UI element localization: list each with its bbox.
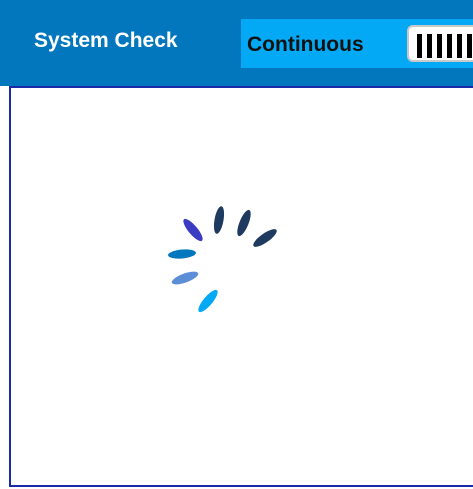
spinner-petal: [171, 271, 199, 285]
bars-icon: [447, 34, 452, 58]
mode-toggle[interactable]: Continuous: [241, 19, 473, 68]
bars-icon: [457, 34, 462, 58]
spinner-petal: [183, 218, 203, 242]
page-title: System Check: [34, 29, 178, 52]
bars-icon: [417, 34, 422, 58]
spinner-petal: [168, 249, 196, 259]
bars-button[interactable]: [407, 25, 473, 62]
spinner-petals: [168, 206, 277, 313]
mode-label: Continuous: [247, 33, 364, 56]
spinner-petal: [237, 209, 251, 237]
header-bar: System Check Continuous: [0, 0, 473, 86]
loading-spinner-icon: [168, 206, 277, 313]
system-check-window: System Check Continuous: [0, 0, 473, 489]
bars-icon: [467, 34, 472, 58]
bars-icon: [427, 34, 432, 58]
spinner-petal: [213, 206, 225, 234]
content-area: [9, 86, 473, 487]
spinner-petal: [198, 289, 218, 313]
spinner-petal: [253, 229, 277, 247]
bars-icon: [437, 34, 442, 58]
